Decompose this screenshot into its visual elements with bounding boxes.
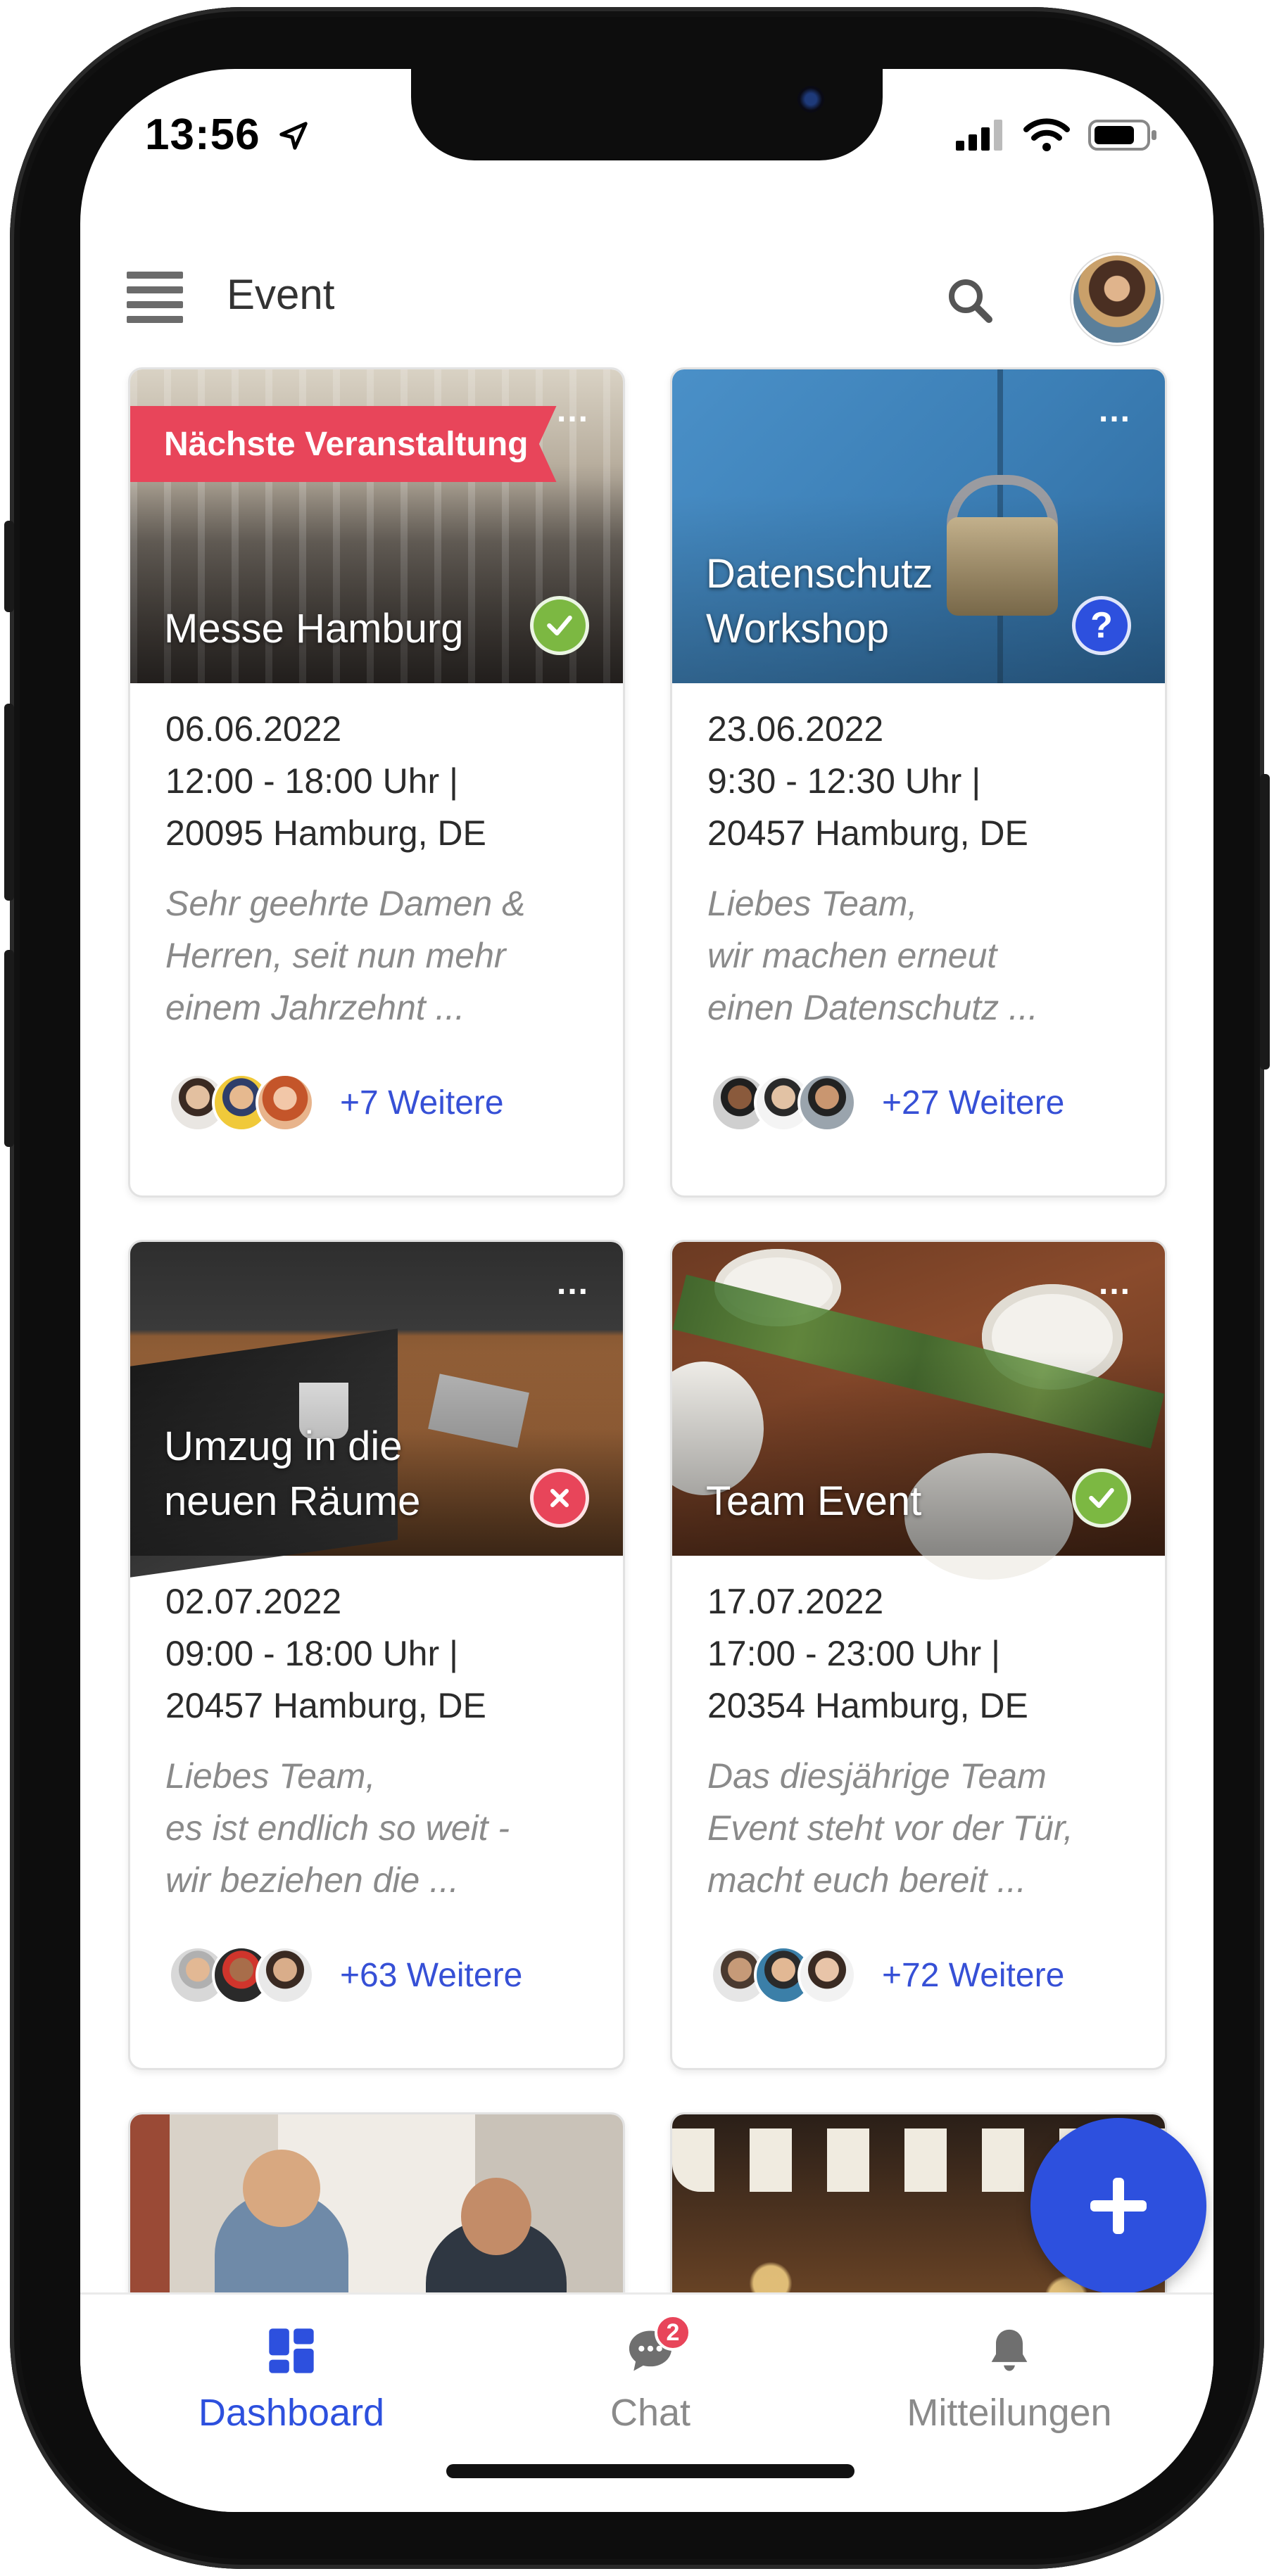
page-title: Event bbox=[227, 271, 335, 318]
location-arrow-icon bbox=[279, 122, 308, 150]
status-icons bbox=[956, 118, 1159, 152]
chat-unread-badge: 2 bbox=[655, 2314, 691, 2351]
volume-down-button bbox=[4, 950, 14, 1147]
event-card-messe-hamburg[interactable]: ... Messe Hamburg 06.06.2022 12:00 - 18:… bbox=[128, 367, 625, 1198]
event-time: 09:00 - 18:00 Uhr | bbox=[165, 1634, 459, 1673]
event-card-team-event[interactable]: ... Team Event 17.07.2022 17:00 - 23:00 … bbox=[670, 1240, 1167, 2070]
volume-up-button bbox=[4, 704, 14, 901]
tab-chat[interactable]: 2 Chat bbox=[580, 2314, 721, 2435]
more-menu-icon[interactable]: ... bbox=[1099, 1267, 1131, 1300]
event-card-umzug[interactable]: ... Umzug in die neuen Räume 02.07.2022 … bbox=[128, 1240, 625, 2070]
screen: 13:56 Event ... Messe Hamburg 06.06.2022… bbox=[80, 69, 1213, 2512]
event-title: Team Event bbox=[706, 1478, 922, 1524]
more-menu-icon[interactable]: ... bbox=[557, 394, 589, 428]
tab-label: Mitteilungen bbox=[907, 2392, 1112, 2434]
event-card-datenschutz-workshop[interactable]: ... Datenschutz Workshop ? 23.06.2022 9:… bbox=[670, 367, 1167, 1198]
menu-icon[interactable] bbox=[127, 272, 183, 328]
declined-x-icon[interactable] bbox=[530, 1468, 589, 1528]
accepted-check-icon[interactable] bbox=[1072, 1468, 1131, 1528]
event-details: 02.07.2022 09:00 - 18:00 Uhr | 20457 Ham… bbox=[165, 1575, 602, 1906]
plus-icon bbox=[1090, 2178, 1147, 2234]
event-location: 20457 Hamburg, DE bbox=[707, 813, 1028, 853]
event-description: Das diesjährige Team Event steht vor der… bbox=[707, 1756, 1073, 1900]
event-details: 17.07.2022 17:00 - 23:00 Uhr | 20354 Ham… bbox=[707, 1575, 1144, 1906]
search-icon[interactable] bbox=[942, 273, 999, 329]
tab-label: Chat bbox=[610, 2392, 691, 2434]
tab-label: Dashboard bbox=[198, 2392, 385, 2434]
signal-icon bbox=[956, 120, 1002, 151]
attendee-avatar bbox=[256, 1946, 315, 2005]
event-description: Sehr geehrte Damen & Herren, seit nun me… bbox=[165, 884, 526, 1027]
event-title: Messe Hamburg bbox=[164, 606, 464, 652]
app-bar: Event bbox=[80, 252, 1213, 345]
event-time: 12:00 - 18:00 Uhr | bbox=[165, 761, 459, 801]
attendee-avatar bbox=[797, 1946, 857, 2005]
bottom-tab-bar: Dashboard 2 Chat Mitteilungen bbox=[80, 2292, 1213, 2512]
event-image: ... Team Event bbox=[672, 1242, 1165, 1580]
event-location: 20457 Hamburg, DE bbox=[165, 1686, 486, 1725]
more-attendees-link[interactable]: +63 Weitere bbox=[340, 1956, 522, 1995]
more-attendees-link[interactable]: +7 Weitere bbox=[340, 1084, 504, 1122]
pending-question-icon[interactable]: ? bbox=[1072, 596, 1131, 655]
more-attendees-link[interactable]: +27 Weitere bbox=[882, 1084, 1064, 1122]
event-title: Umzug in die neuen Räume bbox=[164, 1423, 421, 1524]
attendee-list[interactable]: +72 Weitere bbox=[710, 1946, 1064, 2005]
event-location: 20354 Hamburg, DE bbox=[707, 1686, 1028, 1725]
notch bbox=[411, 69, 883, 160]
accepted-check-icon[interactable] bbox=[530, 596, 589, 655]
attendee-avatar bbox=[797, 1073, 857, 1132]
battery-icon bbox=[1088, 120, 1156, 151]
user-avatar[interactable] bbox=[1071, 253, 1163, 345]
power-button bbox=[1260, 774, 1270, 1070]
event-description: Liebes Team, wir machen erneut einen Dat… bbox=[707, 884, 1038, 1027]
tab-dashboard[interactable]: Dashboard bbox=[186, 2324, 397, 2435]
front-camera bbox=[797, 86, 824, 113]
attendee-avatar bbox=[256, 1073, 315, 1132]
event-location: 20095 Hamburg, DE bbox=[165, 813, 486, 853]
event-time: 17:00 - 23:00 Uhr | bbox=[707, 1634, 1001, 1673]
event-date: 02.07.2022 bbox=[165, 1582, 342, 1621]
attendee-list[interactable]: +63 Weitere bbox=[168, 1946, 522, 2005]
attendee-list[interactable]: +27 Weitere bbox=[710, 1073, 1064, 1132]
more-attendees-link[interactable]: +72 Weitere bbox=[882, 1956, 1064, 1995]
bell-icon bbox=[991, 2329, 1028, 2371]
event-image: ... Datenschutz Workshop ? bbox=[672, 369, 1165, 683]
mute-switch bbox=[4, 521, 14, 612]
event-date: 23.06.2022 bbox=[707, 709, 884, 749]
wifi-icon bbox=[1023, 118, 1070, 151]
event-description: Liebes Team, es ist endlich so weit - wi… bbox=[165, 1756, 510, 1900]
tab-mitteilungen[interactable]: Mitteilungen bbox=[869, 2324, 1150, 2435]
phone-body: 13:56 Event ... Messe Hamburg 06.06.2022… bbox=[4, 7, 1270, 2569]
event-date: 06.06.2022 bbox=[165, 709, 342, 749]
status-time: 13:56 bbox=[145, 110, 310, 160]
event-details: 06.06.2022 12:00 - 18:00 Uhr | 20095 Ham… bbox=[165, 703, 602, 1034]
add-event-button[interactable] bbox=[1030, 2118, 1206, 2294]
event-date: 17.07.2022 bbox=[707, 1582, 884, 1621]
event-details: 23.06.2022 9:30 - 12:30 Uhr | 20457 Hamb… bbox=[707, 703, 1144, 1034]
event-title: Datenschutz Workshop bbox=[706, 551, 933, 652]
dashboard-icon bbox=[269, 2328, 314, 2373]
attendee-list[interactable]: +7 Weitere bbox=[168, 1073, 504, 1132]
device-frame: 13:56 Event ... Messe Hamburg 06.06.2022… bbox=[0, 0, 1274, 2576]
event-time: 9:30 - 12:30 Uhr | bbox=[707, 761, 981, 801]
more-menu-icon[interactable]: ... bbox=[557, 1267, 589, 1300]
event-image: ... Umzug in die neuen Räume bbox=[130, 1242, 623, 1578]
home-indicator bbox=[446, 2464, 854, 2478]
more-menu-icon[interactable]: ... bbox=[1099, 394, 1131, 428]
next-event-ribbon: Nächste Veranstaltung bbox=[130, 406, 557, 482]
